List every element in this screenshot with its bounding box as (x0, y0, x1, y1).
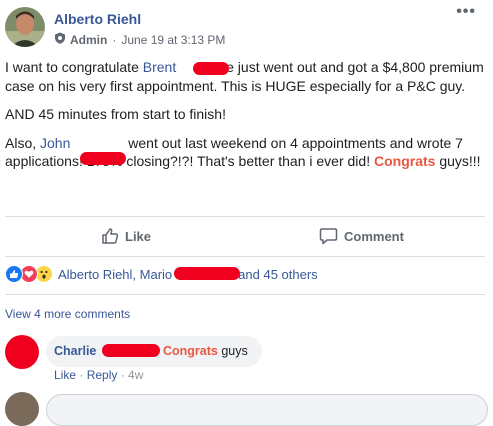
current-user-avatar (5, 392, 39, 426)
reaction-others[interactable]: and 45 others (238, 267, 318, 282)
redaction-mark (193, 62, 229, 75)
mention-brent[interactable]: Brent (143, 59, 176, 75)
admin-badge: Admin (70, 32, 108, 47)
post-meta: Admin · June 19 at 3:13 PM (54, 32, 225, 47)
write-comment-input[interactable] (46, 394, 488, 426)
redaction-mark (174, 267, 240, 280)
comment-author[interactable]: Charlie (54, 344, 96, 358)
post-paragraph-1: I want to congratulate Brent! He just we… (5, 58, 489, 95)
comment-label: Comment (344, 228, 404, 244)
comment-highlight: Congrats (163, 344, 218, 358)
post-text: Also, (5, 134, 41, 151)
thumbs-up-icon (102, 228, 119, 244)
comment-time[interactable]: 4w (128, 368, 143, 382)
separator: · (117, 368, 129, 382)
actions-divider-bottom (5, 256, 485, 257)
reaction-names[interactable]: Alberto Riehl, Mario (58, 267, 172, 282)
post-paragraph-3: Also, John went out last weekend on 4 ap… (5, 134, 489, 171)
post-text: guys!!! (435, 153, 481, 169)
reactions-summary[interactable]: Alberto Riehl, Mario and 45 others (5, 264, 318, 284)
post-timestamp[interactable]: June 19 at 3:13 PM (121, 33, 225, 47)
meta-separator: · (112, 32, 117, 47)
admin-shield-icon (54, 32, 66, 47)
comments-divider (5, 294, 485, 295)
comment-reply-link[interactable]: Reply (87, 368, 118, 382)
post-paragraph-2: AND 45 minutes from start to finish! (5, 106, 226, 122)
comment-like-link[interactable]: Like (54, 368, 76, 382)
congrats-highlight: Congrats (373, 153, 436, 169)
actions-divider-top (5, 216, 485, 217)
more-options-icon[interactable]: ••• (456, 3, 476, 21)
like-icon (5, 265, 23, 283)
redaction-mark (80, 152, 126, 165)
separator: · (76, 368, 87, 382)
author-name[interactable]: Alberto Riehl (54, 11, 141, 27)
comment-button[interactable]: Comment (319, 220, 404, 252)
comment-text: Congrats guys (163, 344, 248, 358)
commenter-avatar[interactable] (5, 335, 39, 369)
view-more-comments-link[interactable]: View 4 more comments (5, 307, 130, 321)
mention-john[interactable]: John (40, 135, 70, 151)
post-text: I want to congratulate (5, 59, 143, 75)
author-avatar[interactable] (5, 7, 45, 47)
like-button[interactable]: Like (101, 220, 151, 252)
post-body: I want to congratulate Brent! He just we… (5, 58, 489, 181)
comment-icon (319, 228, 338, 245)
redaction-mark (102, 344, 160, 357)
comment-body: guys (217, 344, 248, 358)
comment-actions: Like · Reply · 4w (54, 368, 143, 382)
like-label: Like (125, 228, 152, 244)
